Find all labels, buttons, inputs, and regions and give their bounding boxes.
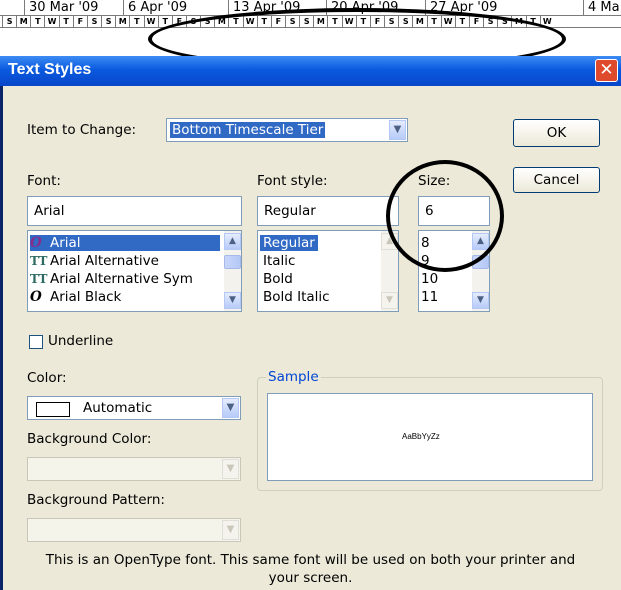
opentype-icon: O xyxy=(30,289,42,305)
font-style-input[interactable]: Regular xyxy=(257,196,399,226)
dialog-title: Text Styles xyxy=(8,61,92,78)
font-info-note-line2: your screen. xyxy=(268,570,353,586)
scroll-down-icon[interactable]: ▼ xyxy=(224,292,241,309)
timescale-day: W xyxy=(44,16,58,27)
font-style-list-item[interactable]: Regular xyxy=(260,235,318,251)
font-list[interactable]: O Arial TT Arial Alternative TT Arial Alter… xyxy=(27,230,242,312)
timescale-week: 6 Apr '09 xyxy=(123,0,187,15)
timescale-day: S xyxy=(2,16,16,27)
cancel-button[interactable]: Cancel xyxy=(513,167,600,193)
timescale-week: 4 Ma xyxy=(583,0,620,15)
font-style-list-item[interactable]: Italic xyxy=(260,253,298,269)
font-list-item[interactable]: TT Arial Alternative Sym xyxy=(30,271,193,287)
scroll-down-icon[interactable]: ▼ xyxy=(472,292,489,309)
chevron-down-icon: ▼ xyxy=(222,459,239,479)
sample-legend: Sample xyxy=(266,369,321,385)
timescale-day: T xyxy=(58,16,73,27)
item-to-change-value: Bottom Timescale Tier xyxy=(170,122,326,138)
timescale-day: M xyxy=(16,16,30,27)
timescale-week: 30 Mar '09 xyxy=(24,0,98,15)
underline-label: Underline xyxy=(48,333,114,349)
truetype-icon: TT xyxy=(30,254,48,268)
color-value: Automatic xyxy=(83,400,153,416)
timescale-day: T xyxy=(129,16,143,27)
scroll-thumb[interactable] xyxy=(224,255,241,269)
font-list-scrollbar[interactable]: ▲ ▼ xyxy=(224,231,241,311)
truetype-icon: TT xyxy=(30,272,48,286)
size-list-item[interactable]: 10 xyxy=(421,271,438,287)
opentype-icon: O xyxy=(30,235,42,251)
ok-button[interactable]: OK xyxy=(513,119,600,147)
font-style-list-item[interactable]: Bold xyxy=(260,271,296,287)
color-select[interactable]: Automatic ▼ xyxy=(27,396,241,420)
item-to-change-label: Item to Change: xyxy=(27,122,137,138)
close-button[interactable]: ✕ xyxy=(595,59,618,82)
chevron-down-icon: ▼ xyxy=(222,520,239,540)
font-label: Font: xyxy=(27,173,61,189)
callout-ellipse-size xyxy=(386,160,504,272)
underline-checkbox[interactable] xyxy=(29,335,43,349)
font-info-note: This is an OpenType font. This same font… xyxy=(45,552,576,568)
timescale-day: T xyxy=(30,16,44,27)
timescale-day: S xyxy=(101,16,115,27)
font-style-list-item[interactable]: Bold Italic xyxy=(260,289,333,305)
sample-text: AaBbYyZz xyxy=(402,432,440,441)
timescale-day: M xyxy=(115,16,129,27)
font-style-list[interactable]: Regular Italic Bold Bold Italic ▲ ▼ xyxy=(257,230,399,312)
scroll-down-icon: ▼ xyxy=(381,292,398,309)
timescale-day: F xyxy=(72,16,87,27)
timescale-day: S xyxy=(86,16,101,27)
background-pattern-label: Background Pattern: xyxy=(27,492,165,508)
item-to-change-select[interactable]: Bottom Timescale Tier ▼ xyxy=(166,118,408,142)
sample-preview: AaBbYyZz xyxy=(267,393,593,481)
background-color-select: ▼ xyxy=(27,457,241,481)
font-style-label: Font style: xyxy=(257,173,328,189)
dialog-title-bar[interactable]: Text Styles ✕ xyxy=(0,56,621,86)
chevron-down-icon[interactable]: ▼ xyxy=(389,120,406,140)
close-icon: ✕ xyxy=(599,60,614,80)
background-color-label: Background Color: xyxy=(27,431,152,447)
color-swatch xyxy=(36,402,70,417)
size-list-item[interactable]: 11 xyxy=(421,289,438,305)
background-pattern-select: ▼ xyxy=(27,518,241,542)
color-label: Color: xyxy=(27,370,67,386)
font-list-item[interactable]: TT Arial Alternative xyxy=(30,253,159,269)
chevron-down-icon[interactable]: ▼ xyxy=(222,398,239,418)
font-list-item[interactable]: O Arial xyxy=(30,235,220,251)
timescale-day: W xyxy=(143,16,158,27)
font-list-item[interactable]: O Arial Black xyxy=(30,289,121,305)
scroll-up-icon[interactable]: ▲ xyxy=(224,233,241,250)
font-input[interactable]: Arial xyxy=(27,196,242,226)
